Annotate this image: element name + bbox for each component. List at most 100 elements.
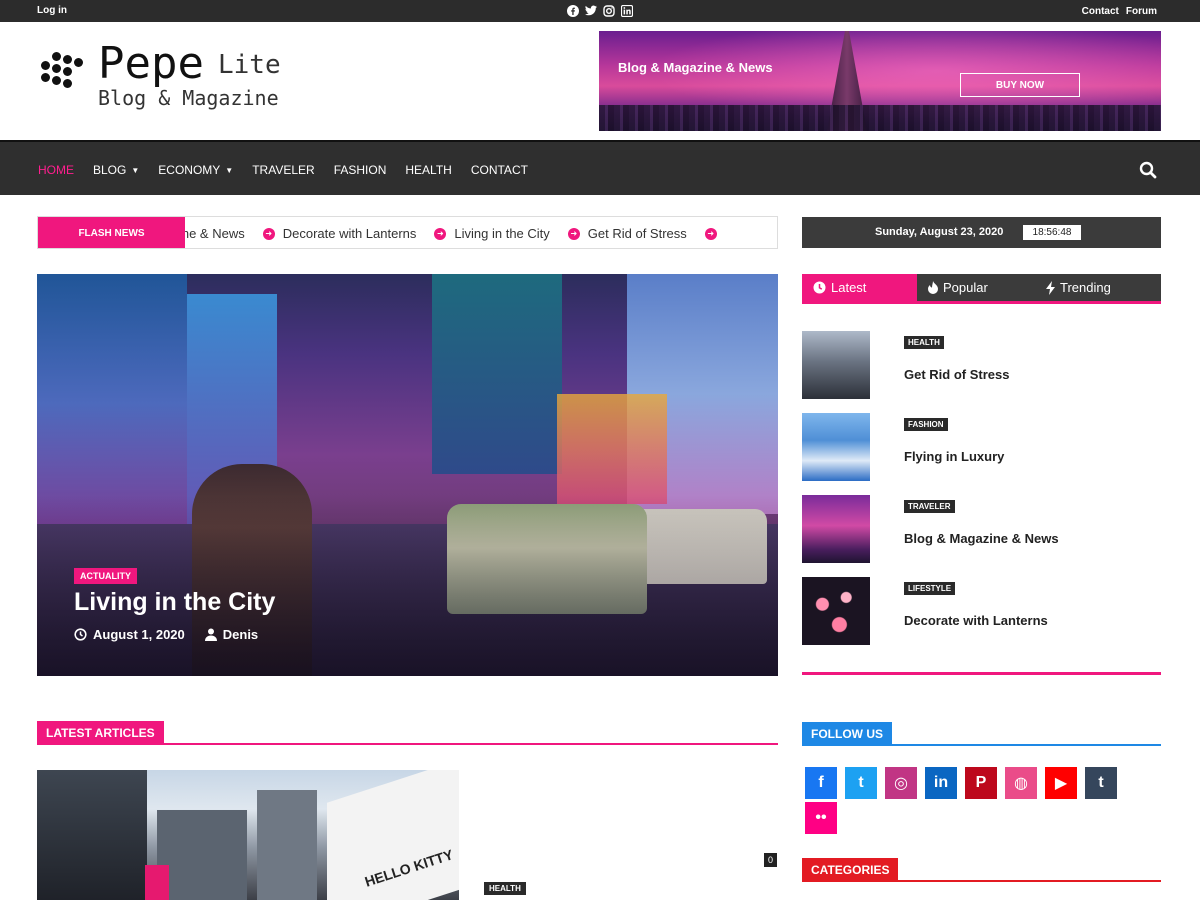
ticker-item[interactable]: ➜	[704, 226, 717, 241]
list-item[interactable]: LIFESTYLE Decorate with Lanterns	[802, 577, 1161, 647]
flickr-icon[interactable]: ••	[805, 802, 837, 834]
nav-item-label: CONTACT	[470, 163, 528, 177]
post-tag[interactable]: LIFESTYLE	[904, 582, 956, 595]
icon-glyph: ◎	[894, 775, 908, 792]
arrow-right-icon: ➜	[434, 227, 447, 240]
twitter-icon[interactable]: t	[845, 767, 877, 799]
icon-glyph: t	[858, 774, 864, 791]
nav-item-traveler[interactable]: TRAVELER	[252, 163, 314, 177]
arrow-right-icon: ➜	[704, 227, 717, 240]
article-thumbnail[interactable]: HELLO KITTY	[37, 770, 459, 900]
search-icon[interactable]	[1139, 161, 1157, 179]
flash-news-ticker: FLASH NEWS gazine & News ➜ Decorate with …	[37, 216, 778, 249]
nav-item-contact[interactable]: CONTACT	[471, 163, 528, 177]
tab-trending[interactable]: Trending	[1046, 274, 1111, 301]
ticker-item-text: Decorate with Lanterns	[282, 226, 417, 241]
twitter-icon[interactable]	[584, 4, 597, 17]
forum-link[interactable]: Forum	[1126, 6, 1157, 17]
logo-title[interactable]: Pepe	[98, 38, 204, 89]
facebook-icon[interactable]	[566, 4, 579, 17]
list-item[interactable]: FASHION Flying in Luxury	[802, 413, 1161, 483]
latest-articles-header: LATEST ARTICLES	[37, 721, 778, 745]
nav-item-label: BLOG	[93, 163, 127, 177]
list-item[interactable]: TRAVELER Blog & Magazine & News	[802, 495, 1161, 565]
login-link[interactable]: Log in	[37, 5, 67, 16]
post-thumbnail[interactable]	[802, 331, 870, 399]
icon-glyph: t	[1098, 774, 1104, 791]
icon-glyph: ◍	[1014, 775, 1028, 792]
arrow-right-icon: ➜	[262, 227, 275, 240]
post-title[interactable]: Get Rid of Stress	[904, 367, 1009, 382]
nav-item-blog[interactable]: BLOG ▼	[93, 163, 139, 177]
user-icon	[204, 628, 217, 641]
ticker-item[interactable]: ➜ Decorate with Lanterns	[262, 226, 417, 241]
nav-item-economy[interactable]: ECONOMY ▼	[158, 163, 233, 177]
post-tag[interactable]: FASHION	[904, 418, 948, 431]
youtube-icon[interactable]: ▶	[1045, 767, 1077, 799]
ticker-item-text: Living in the City	[454, 226, 550, 241]
post-tag[interactable]: HEALTH	[904, 336, 944, 349]
main-navigation: HOME BLOG ▼ ECONOMY ▼ TRAVELER FASHION HEA…	[0, 140, 1200, 195]
comment-count-badge[interactable]: 0	[764, 853, 777, 867]
tab-label: Latest	[831, 280, 867, 295]
hero-slider[interactable]: ACTUALITY Living in the City August 1, 2…	[37, 274, 778, 676]
nav-item-home[interactable]: HOME	[38, 163, 74, 177]
linkedin-icon[interactable]: in	[925, 767, 957, 799]
date-time-bar: Sunday, August 23, 2020 18:56:48	[802, 217, 1161, 248]
tab-label: Popular	[943, 280, 988, 295]
nav-item-health[interactable]: HEALTH	[405, 163, 451, 177]
instagram-icon[interactable]: ◎	[885, 767, 917, 799]
ticker-item-text: Get Rid of Stress	[587, 226, 687, 241]
buy-now-button[interactable]: BUY NOW	[960, 73, 1080, 97]
pinterest-icon[interactable]: P	[965, 767, 997, 799]
banner-text: Blog & Magazine & News	[618, 60, 773, 75]
logo-dots-icon[interactable]	[41, 52, 85, 92]
nav-item-label: HOME	[38, 163, 74, 177]
nav-item-label: HEALTH	[405, 163, 452, 177]
post-thumbnail[interactable]	[802, 495, 870, 563]
nav-menu: HOME BLOG ▼ ECONOMY ▼ TRAVELER FASHION HEA…	[38, 163, 528, 177]
flash-news-label: FLASH NEWS	[38, 217, 185, 248]
section-title: LATEST ARTICLES	[37, 721, 164, 744]
post-thumbnail[interactable]	[802, 577, 870, 645]
tumblr-icon[interactable]: t	[1085, 767, 1117, 799]
logo-lite: Lite	[218, 50, 281, 80]
section-title: CATEGORIES	[802, 858, 899, 881]
chevron-down-icon: ▼	[225, 165, 234, 175]
tab-latest[interactable]: Latest	[802, 274, 917, 301]
post-thumbnail[interactable]	[802, 413, 870, 481]
dribbble-icon[interactable]: ◍	[1005, 767, 1037, 799]
fire-icon	[928, 281, 938, 294]
post-title[interactable]: Blog & Magazine & News	[904, 531, 1059, 546]
hero-title[interactable]: Living in the City	[74, 588, 275, 617]
top-links: Contact Forum	[1082, 6, 1157, 17]
nav-item-fashion[interactable]: FASHION	[334, 163, 387, 177]
article-building	[37, 770, 147, 900]
linkedin-icon[interactable]	[620, 4, 633, 17]
section-title: FOLLOW US	[802, 722, 892, 745]
list-item[interactable]: HEALTH Get Rid of Stress	[802, 331, 1161, 401]
current-date: Sunday, August 23, 2020	[875, 226, 1004, 238]
follow-us-header: FOLLOW US	[802, 722, 1161, 746]
ticker-item[interactable]: ➜ Living in the City	[434, 226, 550, 241]
section-underline	[802, 744, 1161, 746]
hero-meta: August 1, 2020 Denis	[74, 627, 258, 642]
tab-popular[interactable]: Popular	[928, 274, 988, 301]
contact-link[interactable]: Contact	[1082, 6, 1119, 17]
instagram-icon[interactable]	[602, 4, 615, 17]
post-tag[interactable]: HEALTH	[484, 882, 526, 895]
hero-author[interactable]: Denis	[204, 627, 258, 642]
tab-label: Trending	[1060, 280, 1111, 295]
clock-icon	[74, 628, 87, 641]
post-tag[interactable]: TRAVELER	[904, 500, 955, 513]
hero-category-badge[interactable]: ACTUALITY	[74, 568, 137, 584]
categories-header: CATEGORIES	[802, 858, 1161, 882]
facebook-icon[interactable]: f	[805, 767, 837, 799]
header-banner-ad[interactable]: Blog & Magazine & News BUY NOW	[599, 31, 1161, 131]
post-title[interactable]: Flying in Luxury	[904, 449, 1004, 464]
post-title[interactable]: Decorate with Lanterns	[904, 613, 1048, 628]
ticker-item[interactable]: ➜ Get Rid of Stress	[567, 226, 687, 241]
article-building	[157, 810, 247, 900]
banner-city-image	[599, 105, 1161, 131]
section-underline	[37, 743, 778, 745]
